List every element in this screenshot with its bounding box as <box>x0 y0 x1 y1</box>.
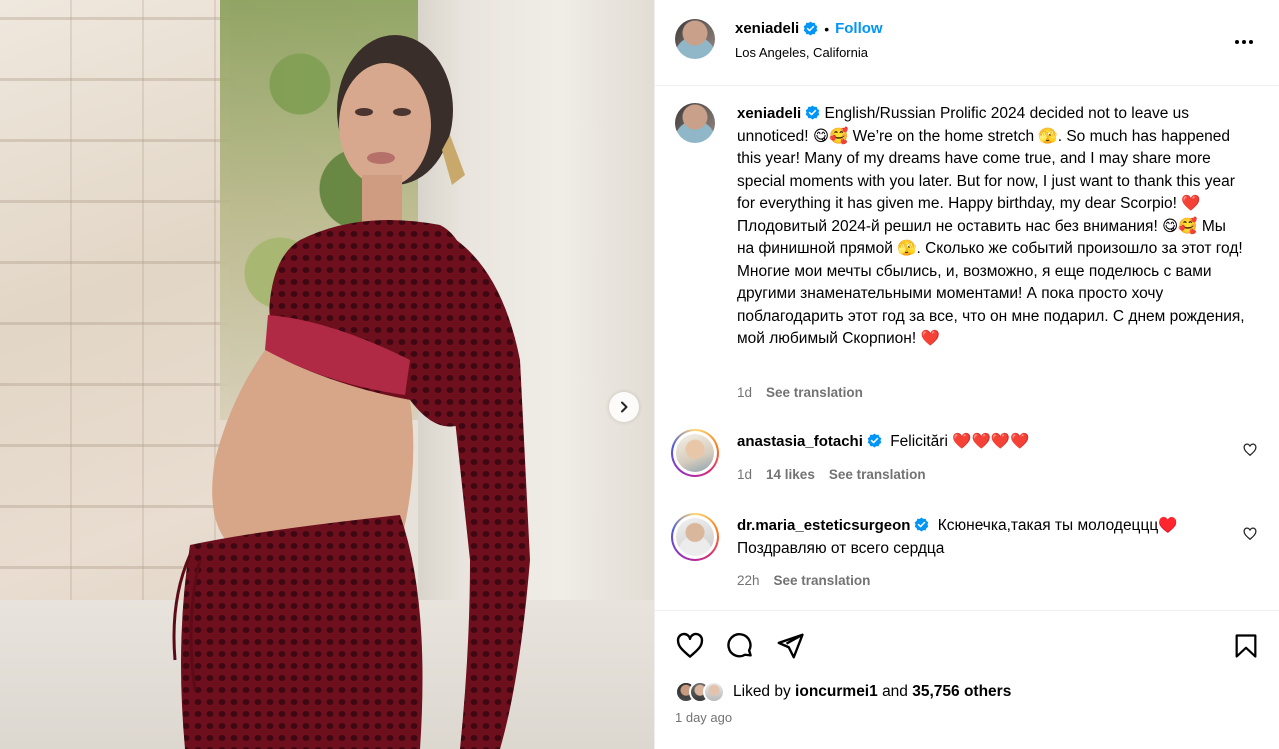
post-media[interactable] <box>0 0 654 749</box>
comment-avatar <box>676 434 714 472</box>
comment-icon[interactable] <box>725 631 755 661</box>
verified-badge-icon <box>803 21 818 36</box>
author-username[interactable]: xeniadeli <box>735 20 799 37</box>
verified-badge-icon <box>915 517 929 532</box>
author-avatar[interactable] <box>675 19 715 59</box>
post-timestamp[interactable]: 1 day ago <box>675 710 732 725</box>
liked-by-user[interactable]: ioncurmei1 <box>795 683 878 701</box>
likes-count[interactable]: 35,756 others <box>912 683 1011 701</box>
heart-icon[interactable] <box>675 631 705 661</box>
comment-text: Felicitări ❤️❤️❤️❤️ <box>890 433 1030 450</box>
comment-avatar-ring[interactable] <box>671 513 719 561</box>
comment-item: dr.maria_esteticsurgeon Ксюнечка,такая т… <box>671 513 1271 595</box>
liker-avatar <box>703 681 725 703</box>
comment-meta: 22h See translation <box>737 573 870 588</box>
caption-see-translation[interactable]: See translation <box>766 385 863 400</box>
comment-time[interactable]: 22h <box>737 573 760 588</box>
verified-badge-icon <box>867 433 882 448</box>
caption-text: English/Russian Prolific 2024 decided no… <box>737 105 1245 347</box>
comment-meta: 1d 14 likes See translation <box>737 467 926 482</box>
caption-username[interactable]: xeniadeli <box>737 105 801 122</box>
comment-see-translation[interactable]: See translation <box>829 467 926 482</box>
separator-dot: • <box>824 20 830 37</box>
likes-summary: Liked by ioncurmei1 and 35,756 others <box>675 681 1011 703</box>
comment-like-heart-icon[interactable] <box>1243 527 1257 541</box>
caption-author-avatar[interactable] <box>675 103 715 143</box>
caption-body: xeniadeli English/Russian Prolific 2024 … <box>737 103 1247 351</box>
post-actions: Liked by ioncurmei1 and 35,756 others 1 … <box>655 610 1279 749</box>
chevron-right-icon <box>621 401 628 413</box>
follow-button[interactable]: Follow <box>835 20 883 37</box>
comment-like-heart-icon[interactable] <box>1243 443 1257 457</box>
comment-username[interactable]: dr.maria_esteticsurgeon <box>737 517 910 534</box>
comment-avatar-ring[interactable] <box>671 429 719 477</box>
next-media-button[interactable] <box>609 392 639 422</box>
verified-badge-icon <box>805 105 820 120</box>
liked-by-and: and <box>882 683 908 700</box>
liked-by-prefix: Liked by <box>733 683 791 700</box>
author-line: xeniadeli • Follow <box>735 20 883 37</box>
comments-section[interactable]: xeniadeli English/Russian Prolific 2024 … <box>655 87 1279 609</box>
comment-see-translation[interactable]: See translation <box>774 573 871 588</box>
more-options-icon[interactable] <box>1232 30 1256 54</box>
post-location[interactable]: Los Angeles, California <box>735 45 868 60</box>
send-icon[interactable] <box>775 631 805 661</box>
caption-meta: 1d See translation <box>737 385 863 400</box>
post-details-panel: xeniadeli • Follow Los Angeles, Californ… <box>654 0 1279 749</box>
liker-avatars[interactable] <box>675 681 725 703</box>
post-photo-subject <box>172 35 530 749</box>
comment-body: anastasia_fotachi Felicitări ❤️❤️❤️❤️ <box>737 431 1217 454</box>
caption-time[interactable]: 1d <box>737 385 752 400</box>
comment-username[interactable]: anastasia_fotachi <box>737 433 863 450</box>
post-header: xeniadeli • Follow Los Angeles, Californ… <box>655 0 1279 86</box>
comment-time[interactable]: 1d <box>737 467 752 482</box>
comment-item: anastasia_fotachi Felicitări ❤️❤️❤️❤️ 1d… <box>671 429 1271 491</box>
comment-body: dr.maria_esteticsurgeon Ксюнечка,такая т… <box>737 515 1217 560</box>
comment-likes[interactable]: 14 likes <box>766 467 815 482</box>
comment-avatar <box>676 518 714 556</box>
bookmark-icon[interactable] <box>1232 631 1260 661</box>
